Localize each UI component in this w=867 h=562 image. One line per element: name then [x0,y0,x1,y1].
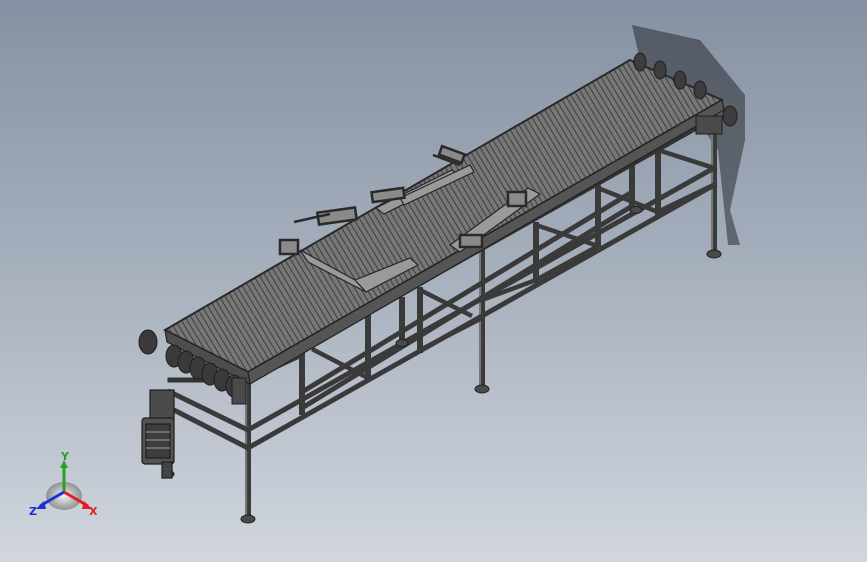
y-axis-label: Y [60,450,70,463]
z-axis-label: Z [29,505,37,518]
x-axis-label: X [89,505,98,518]
gear-motor[interactable] [141,389,175,479]
graphics-viewport[interactable]: Y X Z [0,0,867,562]
coordinate-triad: Y X Z [29,450,98,518]
conveyor-model[interactable]: Y X Z [0,0,867,562]
